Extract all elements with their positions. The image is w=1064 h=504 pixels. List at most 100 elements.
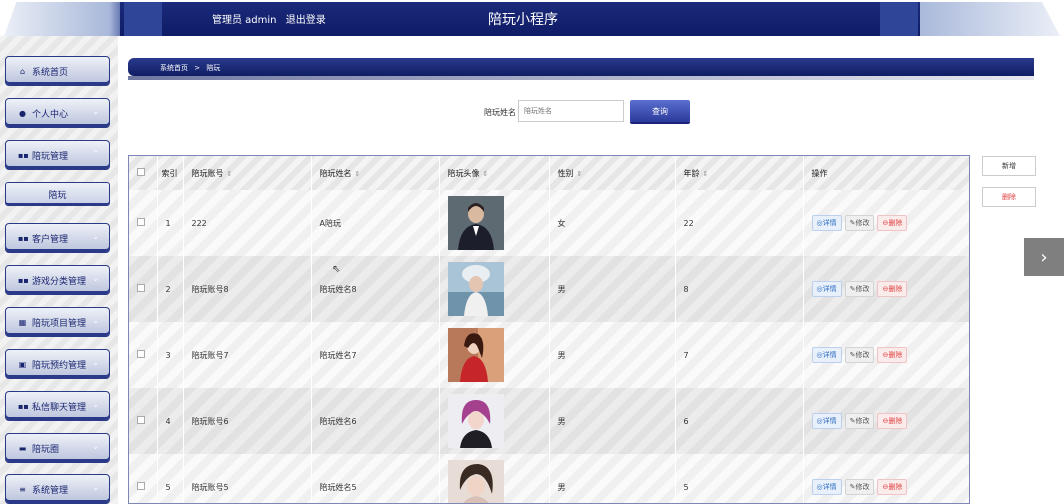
row-select-cell[interactable] <box>129 256 158 322</box>
sort-icon[interactable]: ⇕ <box>703 170 709 178</box>
col-account[interactable]: 陪玩账号 ⇕ <box>183 156 312 190</box>
sidebar-item-booking-mgmt[interactable]: ▣ 陪玩预约管理 ⌄ <box>5 349 110 379</box>
sidebar-item-companion-mgmt[interactable]: ▪▪ 陪玩管理 ⌃ <box>5 140 110 170</box>
sort-icon[interactable]: ⇕ <box>577 170 583 178</box>
row-checkbox[interactable] <box>137 416 145 424</box>
col-age-label: 年龄 <box>683 168 700 178</box>
batch-delete-button[interactable]: 删除 <box>982 187 1036 207</box>
sidebar-item-project-mgmt[interactable]: ▦ 陪玩项目管理 ⌄ <box>5 307 110 337</box>
sidebar-item-label: 陪玩项目管理 <box>32 318 87 329</box>
data-table: 索引 陪玩账号 ⇕ 陪玩姓名 ⇕ 陪玩头像 ⇕ 性别 ⇕ 年龄 ⇕ 操作 1 222 A陪… <box>128 155 970 504</box>
cell-age: 6 <box>675 388 804 454</box>
search-input[interactable] <box>518 100 624 122</box>
sidebar-item-home[interactable]: ⌂ 系统首页 <box>5 56 110 86</box>
sort-icon[interactable]: ⇕ <box>483 170 489 178</box>
home-icon: ⌂ <box>19 66 26 76</box>
col-age[interactable]: 年龄 ⇕ <box>675 156 804 190</box>
detail-button[interactable]: ◎详情 <box>811 413 842 429</box>
delete-button[interactable]: ⊖删除 <box>877 281 908 297</box>
row-select-cell[interactable] <box>129 454 158 503</box>
avatar-image <box>447 262 504 316</box>
detail-button[interactable]: ◎详情 <box>811 479 842 495</box>
breadcrumb-home[interactable]: 系统首页 <box>160 64 188 72</box>
sort-icon[interactable]: ⇕ <box>227 170 233 178</box>
delete-button[interactable]: ⊖删除 <box>877 347 908 363</box>
col-gender[interactable]: 性别 ⇕ <box>549 156 676 190</box>
card-icon: ▬ <box>18 443 27 453</box>
avatar-image <box>447 196 504 250</box>
cell-actions: ◎详情 ✎修改 ⊖删除 <box>803 388 969 454</box>
edit-button[interactable]: ✎修改 <box>844 215 875 231</box>
delete-button[interactable]: ⊖删除 <box>877 215 908 231</box>
breadcrumb: 系统首页 > 陪玩 <box>160 63 224 73</box>
row-checkbox[interactable] <box>137 218 145 226</box>
sidebar-item-system-mgmt[interactable]: ≡ 系统管理 ⌄ <box>5 474 110 504</box>
select-all-checkbox[interactable] <box>137 168 145 176</box>
cell-account: 陪玩账号8 <box>183 256 312 322</box>
doc-icon: ▣ <box>18 359 27 369</box>
top-header: 管理员 admin 退出登录 陪玩小程序 <box>0 0 1064 36</box>
table-row: 1 222 A陪玩 女 22 ◎详情 ✎修改 ⊖删除 <box>129 190 969 256</box>
logout-link[interactable]: 退出登录 <box>286 15 326 26</box>
sidebar-subitem-companion[interactable]: 陪玩 <box>5 182 110 206</box>
edit-button[interactable]: ✎修改 <box>844 347 875 363</box>
add-button[interactable]: 新增 <box>982 156 1036 176</box>
cell-avatar <box>439 256 550 322</box>
sidebar-item-label: 陪玩 <box>48 190 67 201</box>
chevron-down-icon: ⌄ <box>92 107 99 116</box>
detail-button[interactable]: ◎详情 <box>811 215 842 231</box>
search-button[interactable]: 查询 <box>630 100 690 122</box>
cell-name: A陪玩 <box>311 190 440 256</box>
cell-avatar <box>439 388 550 454</box>
sidebar-item-label: 系统管理 <box>32 485 69 496</box>
row-select-cell[interactable] <box>129 190 158 256</box>
delete-button[interactable]: ⊖删除 <box>877 479 908 495</box>
chevron-down-icon: ⌄ <box>92 358 99 367</box>
grid-icon: ▪▪ <box>18 275 29 285</box>
col-name-label: 陪玩姓名 <box>319 168 352 178</box>
cell-actions: ◎详情 ✎修改 ⊖删除 <box>803 256 969 322</box>
header-user-area: 管理员 admin 退出登录 <box>212 11 332 26</box>
row-select-cell[interactable] <box>129 388 158 454</box>
row-select-cell[interactable] <box>129 322 158 388</box>
col-avatar[interactable]: 陪玩头像 ⇕ <box>439 156 550 190</box>
sidebar-item-game-category-mgmt[interactable]: ▪▪ 游戏分类管理 ⌄ <box>5 265 110 295</box>
row-checkbox[interactable] <box>137 350 145 358</box>
sidebar-item-customer-mgmt[interactable]: ▪▪ 客户管理 ⌄ <box>5 223 110 253</box>
sidebar-item-label: 陪玩管理 <box>32 151 69 162</box>
cell-age: 8 <box>675 256 804 322</box>
delete-button[interactable]: ⊖删除 <box>877 413 908 429</box>
row-checkbox[interactable] <box>137 482 145 490</box>
sidebar-item-profile[interactable]: ● 个人中心 ⌄ <box>5 98 110 128</box>
cell-name: 陪玩姓名7 <box>311 322 440 388</box>
cell-age: 7 <box>675 322 804 388</box>
sidebar-item-label: 系统首页 <box>32 67 69 78</box>
cell-index: 5 <box>157 454 184 503</box>
col-gender-label: 性别 <box>557 168 574 178</box>
sort-icon[interactable]: ⇕ <box>355 170 361 178</box>
cell-actions: ◎详情 ✎修改 ⊖删除 <box>803 190 969 256</box>
edit-button[interactable]: ✎修改 <box>844 281 875 297</box>
detail-button[interactable]: ◎详情 <box>811 281 842 297</box>
detail-button[interactable]: ◎详情 <box>811 347 842 363</box>
sidebar-item-chat-mgmt[interactable]: ▪▪ 私信聊天管理 ⌄ <box>5 391 110 421</box>
sidebar: ⌂ 系统首页 ● 个人中心 ⌄ ▪▪ 陪玩管理 ⌃ 陪玩 ▪▪ 客户管理 ⌄ ▪… <box>0 36 118 504</box>
admin-label: 管理员 admin <box>212 15 277 26</box>
sidebar-item-circle[interactable]: ▬ 陪玩圈 ⌄ <box>5 433 110 463</box>
header-right-block <box>880 2 918 36</box>
edit-button[interactable]: ✎修改 <box>844 413 875 429</box>
edit-button[interactable]: ✎修改 <box>844 479 875 495</box>
chevron-down-icon: ⌄ <box>92 483 99 492</box>
table-row: 3 陪玩账号7 陪玩姓名7 男 7 ◎详情 ✎修改 ⊖删除 <box>129 322 969 388</box>
row-checkbox[interactable] <box>137 284 145 292</box>
sidebar-item-label: 陪玩预约管理 <box>32 360 87 371</box>
cell-avatar <box>439 190 550 256</box>
select-all-cell[interactable] <box>129 156 158 190</box>
chevron-down-icon: ⌄ <box>92 400 99 409</box>
chevron-right-icon[interactable]: › <box>1024 238 1064 276</box>
app-title: 陪玩小程序 <box>488 12 558 28</box>
table-header-row: 索引 陪玩账号 ⇕ 陪玩姓名 ⇕ 陪玩头像 ⇕ 性别 ⇕ 年龄 ⇕ 操作 <box>129 156 969 190</box>
cell-gender: 男 <box>549 256 676 322</box>
col-actions: 操作 <box>803 156 969 190</box>
col-name[interactable]: 陪玩姓名 ⇕ <box>311 156 440 190</box>
